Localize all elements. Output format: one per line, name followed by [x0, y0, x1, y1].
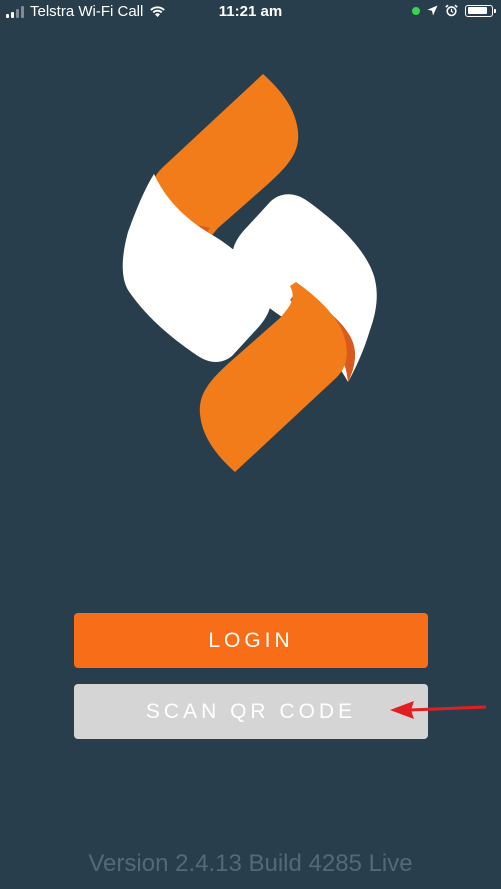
- red-arrow-icon: [390, 701, 487, 719]
- active-call-dot-icon: [412, 6, 420, 15]
- location-icon: [427, 5, 438, 16]
- version-label: Version 2.4.13 Build 4285 Live: [88, 850, 413, 877]
- alarm-icon: [445, 4, 458, 17]
- login-button[interactable]: LOGIN: [74, 613, 428, 668]
- scan-qr-code-button[interactable]: SCAN QR CODE: [74, 684, 428, 739]
- status-right: [412, 4, 496, 17]
- battery-icon: [465, 4, 496, 17]
- status-bar: Telstra Wi-Fi Call 11:21 am: [0, 0, 501, 24]
- s-logo-icon: [122, 74, 377, 472]
